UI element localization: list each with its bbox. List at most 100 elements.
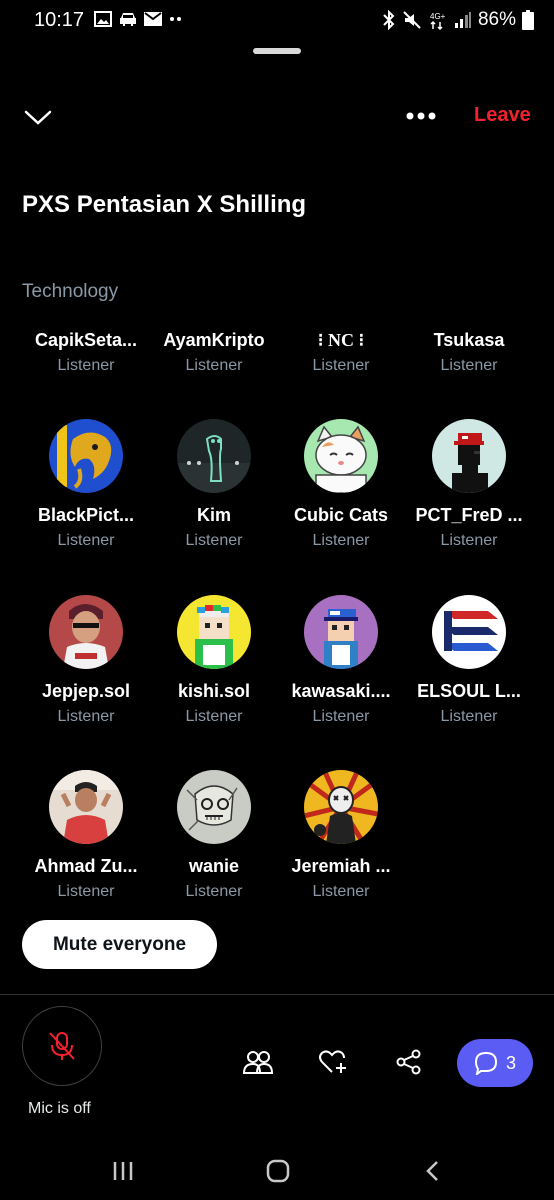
comments-count: 3 xyxy=(505,1052,516,1073)
participant-card[interactable]: Kim Listener xyxy=(150,419,278,550)
participant-role: Listener xyxy=(57,883,115,900)
avatar xyxy=(432,595,506,669)
participant-role: Listener xyxy=(312,708,370,725)
participant-name: ELSOUL L... xyxy=(417,681,521,701)
system-navigation-bar xyxy=(0,1140,554,1200)
more-icon xyxy=(406,112,436,120)
status-time: 10:17 xyxy=(34,9,85,31)
avatar xyxy=(177,595,251,669)
participant-role: Listener xyxy=(312,883,370,900)
mute-everyone-button[interactable]: Mute everyone xyxy=(22,920,217,969)
participant-name: Jepjep.sol xyxy=(41,681,131,701)
participant-role: Listener xyxy=(440,357,498,374)
share-button[interactable] xyxy=(391,1044,427,1080)
participant-name: wanie xyxy=(188,856,240,876)
participant-card[interactable]: AyamKripto Listener xyxy=(150,330,278,375)
image-icon xyxy=(94,11,112,27)
avatar xyxy=(432,419,506,493)
mic-off-icon xyxy=(49,1032,75,1060)
participant-name: AyamKripto xyxy=(163,330,265,350)
avatar xyxy=(304,770,378,844)
leave-button[interactable]: Leave xyxy=(474,104,531,127)
participant-card[interactable]: Cubic Cats Listener xyxy=(277,419,405,550)
status-bar: 10:17 4G+ 86% xyxy=(0,0,554,44)
participant-role: Listener xyxy=(185,357,243,374)
participant-role: Listener xyxy=(185,883,243,900)
participant-role: Listener xyxy=(57,532,115,549)
divider xyxy=(0,994,554,995)
battery-percent: 86% xyxy=(477,9,516,30)
participant-name: ⁝ NC ⁝ xyxy=(317,330,365,350)
people-icon xyxy=(243,1051,273,1074)
participant-card[interactable]: wanie Listener xyxy=(150,770,278,901)
back-button[interactable] xyxy=(413,1156,453,1186)
mic-status-label: Mic is off xyxy=(28,1100,91,1117)
car-icon xyxy=(120,13,136,26)
participant-name: kishi.sol xyxy=(177,681,251,701)
participant-card[interactable]: Ahmad Zu... Listener xyxy=(22,770,150,901)
svg-text:4G+: 4G+ xyxy=(430,12,446,21)
notification-icons xyxy=(94,11,184,27)
like-button[interactable] xyxy=(315,1044,351,1080)
participant-name: Jeremiah ... xyxy=(291,856,391,876)
participant-card[interactable]: CapikSeta... Listener xyxy=(22,330,150,375)
participant-card[interactable]: Jeremiah ... Listener xyxy=(277,770,405,901)
comment-icon xyxy=(474,1051,497,1075)
avatar xyxy=(177,770,251,844)
participant-card[interactable]: Tsukasa Listener xyxy=(405,330,533,375)
participants-button[interactable] xyxy=(240,1044,276,1080)
participant-name: kawasaki.... xyxy=(291,681,391,701)
back-icon xyxy=(426,1161,438,1181)
participant-card[interactable]: ⁝ NC ⁝ Listener xyxy=(277,330,405,375)
participant-card[interactable]: kawasaki.... Listener xyxy=(277,595,405,726)
participant-card[interactable]: kishi.sol Listener xyxy=(150,595,278,726)
comments-button[interactable]: 3 xyxy=(457,1039,533,1087)
share-icon xyxy=(396,1049,421,1075)
heart-plus-icon xyxy=(319,1050,346,1073)
dots-icon xyxy=(170,17,181,21)
participant-role: Listener xyxy=(440,708,498,725)
participant-role: Listener xyxy=(440,532,498,549)
avatar xyxy=(49,595,123,669)
home-icon xyxy=(266,1159,290,1183)
participant-role: Listener xyxy=(57,357,115,374)
recent-apps-button[interactable] xyxy=(103,1156,143,1186)
more-options-button[interactable] xyxy=(402,104,442,128)
participant-card[interactable]: PCT_FreD ... Listener xyxy=(405,419,533,550)
avatar xyxy=(177,419,251,493)
recent-apps-icon xyxy=(113,1162,133,1180)
participant-name: BlackPict... xyxy=(37,505,135,525)
participant-name: CapikSeta... xyxy=(34,330,138,350)
mic-toggle-button[interactable] xyxy=(22,1006,102,1086)
participant-name: Cubic Cats xyxy=(293,505,389,525)
participant-name: PCT_FreD ... xyxy=(415,505,523,525)
participant-role: Listener xyxy=(312,357,370,374)
avatar xyxy=(304,595,378,669)
participant-name: Tsukasa xyxy=(433,330,505,350)
home-button[interactable] xyxy=(258,1156,298,1186)
participant-card[interactable]: BlackPict... Listener xyxy=(22,419,150,550)
participant-name: Ahmad Zu... xyxy=(34,856,138,876)
participant-role: Listener xyxy=(185,708,243,725)
space-title: PXS Pentasian X Shilling xyxy=(22,191,307,218)
participant-name: Kim xyxy=(196,505,231,525)
chevron-down-icon xyxy=(24,110,52,125)
mail-icon xyxy=(144,12,162,26)
avatar xyxy=(49,770,123,844)
avatar xyxy=(49,419,123,493)
collapse-button[interactable] xyxy=(22,102,54,132)
participant-role: Listener xyxy=(185,532,243,549)
participant-role: Listener xyxy=(57,708,115,725)
space-topic: Technology xyxy=(22,281,119,302)
avatar xyxy=(304,419,378,493)
system-icons: 4G+ 86% xyxy=(382,9,534,31)
drag-handle[interactable] xyxy=(253,48,301,54)
participant-card[interactable]: Jepjep.sol Listener xyxy=(22,595,150,726)
battery-icon xyxy=(522,10,534,30)
4g-icon: 4G+ xyxy=(430,12,446,30)
signal-icon xyxy=(454,12,471,28)
participant-role: Listener xyxy=(312,532,370,549)
mute-icon xyxy=(403,11,421,29)
bluetooth-icon xyxy=(383,10,395,30)
participant-card[interactable]: ELSOUL L... Listener xyxy=(405,595,533,726)
